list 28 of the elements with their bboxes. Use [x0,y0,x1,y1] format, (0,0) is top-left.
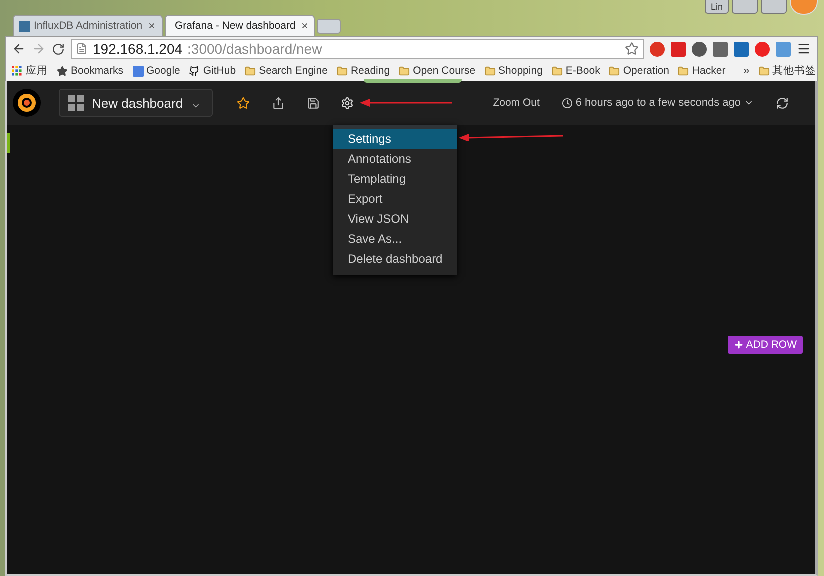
bookmark-label[interactable]: 应用 [26,64,48,78]
bookmark-label[interactable]: Shopping [498,65,543,77]
menu-item[interactable]: View JSON [333,209,457,229]
bookmark-label[interactable]: Open Course [413,65,476,77]
bookmark-label[interactable]: Bookmarks [71,65,124,77]
menu-item[interactable]: Delete dashboard [333,249,457,269]
bookmark-label[interactable]: Search Engine [259,65,328,77]
menu-item[interactable]: Save As... [333,229,457,249]
menu-item[interactable]: Settings [333,129,457,149]
browser-tab[interactable]: InfluxDB Administration [13,15,163,36]
browser-tab[interactable]: Grafana - New dashboard [165,15,315,36]
zoom-out-button[interactable]: Zoom Out [493,97,540,109]
address-bar[interactable]: 192.168.1.204 :3000/dashboard/new [71,39,644,59]
bookmark-label[interactable]: E-Book [566,65,600,77]
bookmark-label[interactable]: Google [146,65,180,77]
menu-item[interactable]: Export [333,189,457,209]
bookmark-label[interactable]: GitHub [203,65,236,77]
bookmarks-overflow[interactable]: » [744,65,750,77]
bookmark-label[interactable]: Hacker [692,65,726,77]
user-badge: Lin [704,0,729,14]
menu-item[interactable]: Templating [333,169,457,189]
bookmark-label[interactable]: Reading [350,65,390,77]
bookmark-label[interactable]: 其他书签 [772,64,817,78]
time-range-picker[interactable]: 6 hours ago to a few seconds ago [562,97,754,109]
menu-item[interactable]: Annotations [333,149,457,169]
add-row-button[interactable]: ADD ROW [728,336,803,354]
dashboard-picker[interactable]: New dashboard [59,89,213,117]
bookmark-label[interactable]: Operation [623,65,670,77]
